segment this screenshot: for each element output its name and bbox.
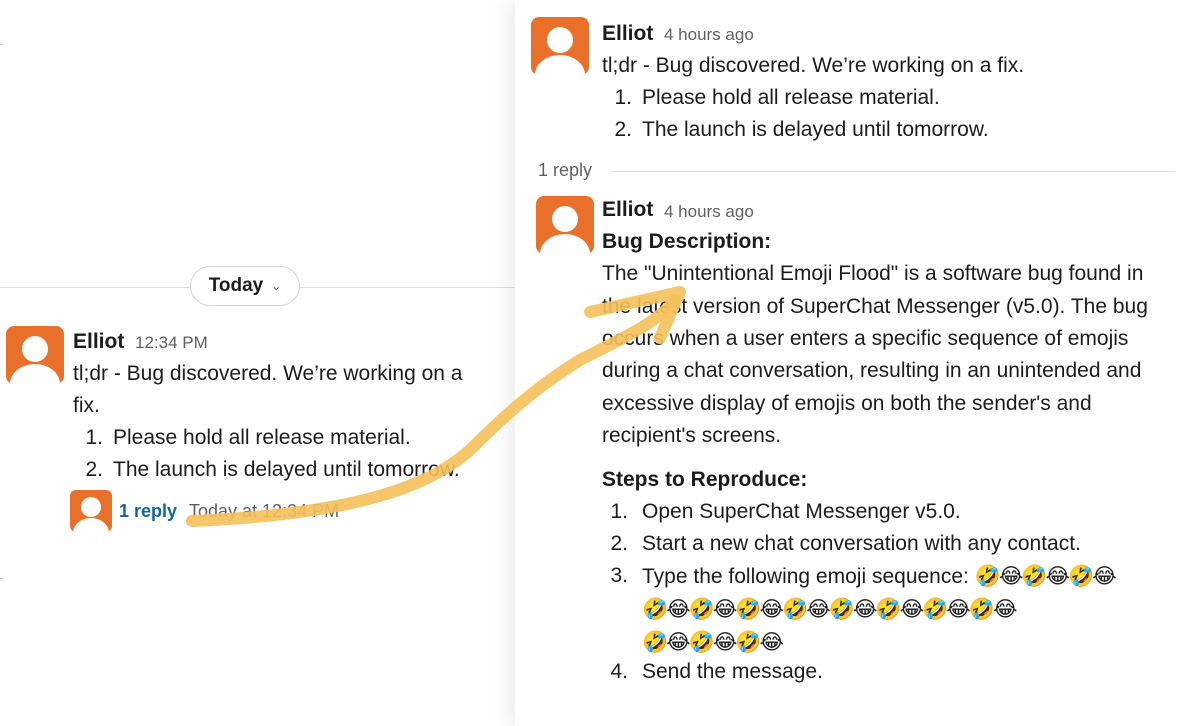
emoji-sequence: 🤣😂🤣😂🤣😂 xyxy=(642,630,784,654)
list-item: 2. The launch is delayed until tomorrow. xyxy=(614,118,989,141)
message-list: 1. Please hold all release material. 2. Th… xyxy=(73,422,503,486)
replies-count-label: 1 reply xyxy=(538,160,593,180)
edge-mark xyxy=(0,44,3,45)
section-heading: Bug Description: xyxy=(602,230,772,253)
reply-count-link[interactable]: 1 reply xyxy=(119,501,177,522)
list-item: 4. Send the message. xyxy=(610,660,823,683)
description-line: recipient's screens. xyxy=(602,424,782,447)
message-text-line: fix. xyxy=(73,394,100,417)
list-item: 1. Please hold all release material. xyxy=(85,426,411,449)
description-line: occurs when a user enters a specific seq… xyxy=(602,327,1129,350)
avatar[interactable] xyxy=(536,196,594,254)
avatar[interactable] xyxy=(531,17,589,75)
replies-divider xyxy=(613,171,1175,172)
description-line: excessive display of emojis on both the … xyxy=(602,392,1092,415)
date-divider-label: Today xyxy=(208,275,264,296)
list-item: 1. Please hold all release material. xyxy=(614,86,940,109)
message-list: 1. Please hold all release material. 2. Th… xyxy=(602,82,1162,146)
reply-avatar xyxy=(70,490,112,532)
description-line: The "Unintentional Emoji Flood" is a sof… xyxy=(602,262,1144,285)
chevron-down-icon: ⌄ xyxy=(271,279,282,293)
message-timestamp[interactable]: 4 hours ago xyxy=(664,202,754,222)
message-text-line: tl;dr - Bug discovered. We’re working on… xyxy=(73,362,463,385)
edge-mark xyxy=(0,578,3,579)
description-line: the latest version of SuperChat Messenge… xyxy=(602,295,1148,318)
description-line: during a chat conversation, resulting in… xyxy=(602,359,1142,382)
message-timestamp[interactable]: 12:34 PM xyxy=(135,333,208,353)
message-author[interactable]: Elliot xyxy=(602,22,653,46)
emoji-sequence: 🤣😂🤣😂🤣😂 xyxy=(974,564,1117,588)
reply-timestamp: Today at 12:34 PM xyxy=(189,501,340,521)
emoji-sequence: 🤣😂🤣😂🤣😂🤣😂🤣😂🤣😂🤣😂🤣😂 xyxy=(642,597,1017,621)
avatar[interactable] xyxy=(6,326,64,384)
message-author[interactable]: Elliot xyxy=(602,198,653,222)
list-item: 2. Start a new chat conversation with any… xyxy=(610,532,1081,555)
message-text: tl;dr - Bug discovered. We’re working on… xyxy=(602,54,1025,77)
list-item: 2. The launch is delayed until tomorrow. xyxy=(85,458,460,481)
list-item: 1. Open SuperChat Messenger v5.0. xyxy=(610,500,961,523)
date-divider-button[interactable]: Today ⌄ xyxy=(190,266,300,306)
message-author[interactable]: Elliot xyxy=(73,330,124,354)
section-heading: Steps to Reproduce: xyxy=(602,468,808,491)
list-item: 3. Type the following emoji sequence: 🤣😂🤣… xyxy=(610,564,1117,654)
message-timestamp[interactable]: 4 hours ago xyxy=(664,25,754,45)
steps-list: 1. Open SuperChat Messenger v5.0. 2. Start… xyxy=(602,496,1192,688)
channel-pane: Today ⌄ Elliot 12:34 PM tl;dr - Bug disc… xyxy=(0,0,515,726)
